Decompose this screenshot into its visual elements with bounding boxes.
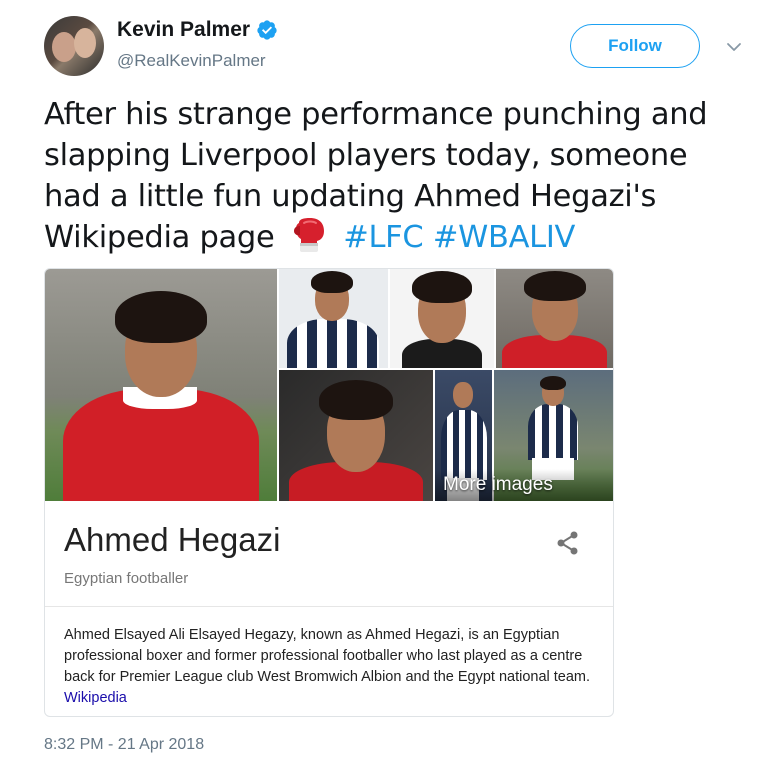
wikipedia-link[interactable]: Wikipedia — [64, 690, 127, 706]
share-icon[interactable] — [554, 529, 582, 557]
knowledge-panel-title: Ahmed Hegazi — [64, 521, 281, 558]
attached-image-card[interactable]: More images Ahmed Hegazi Egyptian footba… — [44, 268, 614, 717]
follow-button[interactable]: Follow — [570, 24, 700, 68]
knowledge-panel-divider — [45, 606, 613, 607]
more-images-overlay[interactable]: More images — [435, 370, 613, 501]
tweet-timestamp[interactable]: 8:32 PM - 21 Apr 2018 — [44, 736, 204, 754]
tweet-text: After his strange performance punching a… — [44, 94, 744, 258]
more-images-link[interactable]: More images — [435, 469, 613, 501]
hashtag-wbaliv[interactable]: #WBALIV — [433, 220, 576, 255]
player-photo-2 — [279, 269, 388, 368]
knowledge-panel-subtitle: Egyptian footballer — [64, 570, 189, 587]
author-name-row[interactable]: Kevin Palmer — [117, 18, 278, 42]
player-photo-4 — [496, 269, 613, 368]
avatar-face-right — [74, 28, 96, 58]
author-handle[interactable]: @RealKevinPalmer — [117, 51, 266, 71]
knowledge-panel-description: Ahmed Elsayed Ali Elsayed Hegazy, known … — [64, 625, 594, 709]
avatar-face-left — [52, 32, 76, 62]
player-photo-3 — [390, 269, 494, 368]
verified-badge-icon — [257, 20, 277, 40]
author-name[interactable]: Kevin Palmer — [117, 18, 250, 42]
player-photo-large — [45, 269, 277, 501]
player-photo-5 — [279, 370, 433, 501]
description-text: Ahmed Elsayed Ali Elsayed Hegazy, known … — [64, 627, 591, 685]
boxing-glove-icon — [293, 218, 324, 252]
chevron-down-icon[interactable] — [725, 38, 743, 56]
author-avatar[interactable] — [44, 16, 104, 76]
hashtag-lfc[interactable]: #LFC — [343, 220, 424, 255]
